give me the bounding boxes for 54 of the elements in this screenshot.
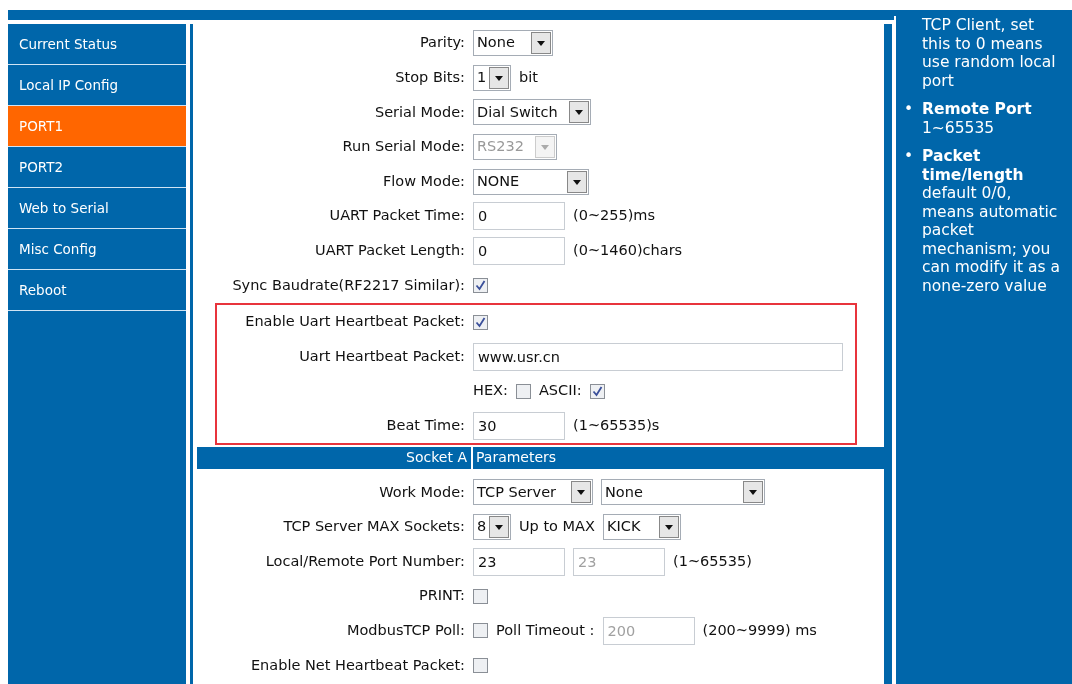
help-text: TCP Client, set this to 0 means use random local port <box>922 16 1057 90</box>
help-text: Remote Port 1~65535 <box>922 100 1032 137</box>
dropdown[interactable]: TCP Server <box>473 479 593 506</box>
field-note: (1~65535) <box>673 551 752 571</box>
field-label: PRINT: <box>418 587 465 604</box>
field-note: ASCII: <box>538 381 582 401</box>
field-label: Enable Uart Heartbeat Packet: <box>245 313 465 330</box>
input-field[interactable]: 0 <box>473 202 565 231</box>
field-label: Beat Time: <box>386 416 465 433</box>
field-note: (0~1460)chars <box>573 241 683 260</box>
field-label: Local/Remote Port Number: <box>265 552 465 569</box>
checkbox[interactable] <box>515 383 531 399</box>
field-label: Flow Mode: <box>382 172 465 189</box>
checkbox[interactable] <box>473 314 488 330</box>
checkbox[interactable] <box>473 657 488 673</box>
dropdown[interactable]: Dial Switch <box>473 99 591 126</box>
checkbox[interactable] <box>473 623 488 639</box>
field-label: Work Mode: <box>379 483 465 500</box>
checkbox[interactable] <box>473 277 488 293</box>
field-note: Poll Timeout : <box>496 620 595 640</box>
dropdown[interactable]: None <box>601 479 765 506</box>
checkbox[interactable] <box>589 383 605 399</box>
input-field[interactable]: 30 <box>473 411 565 440</box>
field-note: Up to MAX <box>519 517 595 537</box>
field-label: Enable Net Heartbeat Packet: <box>250 656 465 673</box>
dropdown[interactable]: None <box>473 30 553 57</box>
section-title: Socket A <box>197 447 473 470</box>
field-label: Sync Baudrate(RF2217 Similar): <box>232 276 465 293</box>
field-note: bit <box>519 68 538 87</box>
field-note: (1~65535)s <box>573 415 660 435</box>
field-label: UART Packet Time: <box>329 207 465 224</box>
bullet-mark: • <box>904 100 912 120</box>
dropdown[interactable]: NONE <box>473 168 589 195</box>
field-label: Stop Bits: <box>395 69 465 85</box>
field-label: UART Packet Length: <box>315 242 465 258</box>
bullet-mark: • <box>904 147 912 167</box>
field-label: Run Serial Mode: <box>342 138 465 155</box>
field-label: Uart Heartbeat Packet: <box>299 347 465 364</box>
help-text: Packet time/length default 0/0, means automatic packet mechanism; you can modify it as a none-zero value <box>922 147 1062 295</box>
dropdown[interactable]: 1 <box>473 64 511 91</box>
field-note: (0~255)ms <box>573 206 656 226</box>
field-note: HEX: <box>473 381 508 401</box>
field-note: (200~9999) ms <box>702 620 817 640</box>
dropdown[interactable]: KICK <box>602 514 681 540</box>
section-title: Parameters <box>475 448 557 468</box>
input-field[interactable]: www.usr.cn <box>473 342 843 371</box>
input-field[interactable]: 23 <box>473 547 565 576</box>
dropdown[interactable]: 8 <box>473 514 511 540</box>
field-label: Serial Mode: <box>374 103 465 120</box>
checkbox[interactable] <box>473 588 488 604</box>
field-label: Parity: <box>419 34 465 51</box>
field-label: ModbusTCP Poll: <box>346 621 465 638</box>
input-field[interactable]: 0 <box>473 236 565 265</box>
field-label: TCP Server MAX Sockets: <box>283 518 465 535</box>
